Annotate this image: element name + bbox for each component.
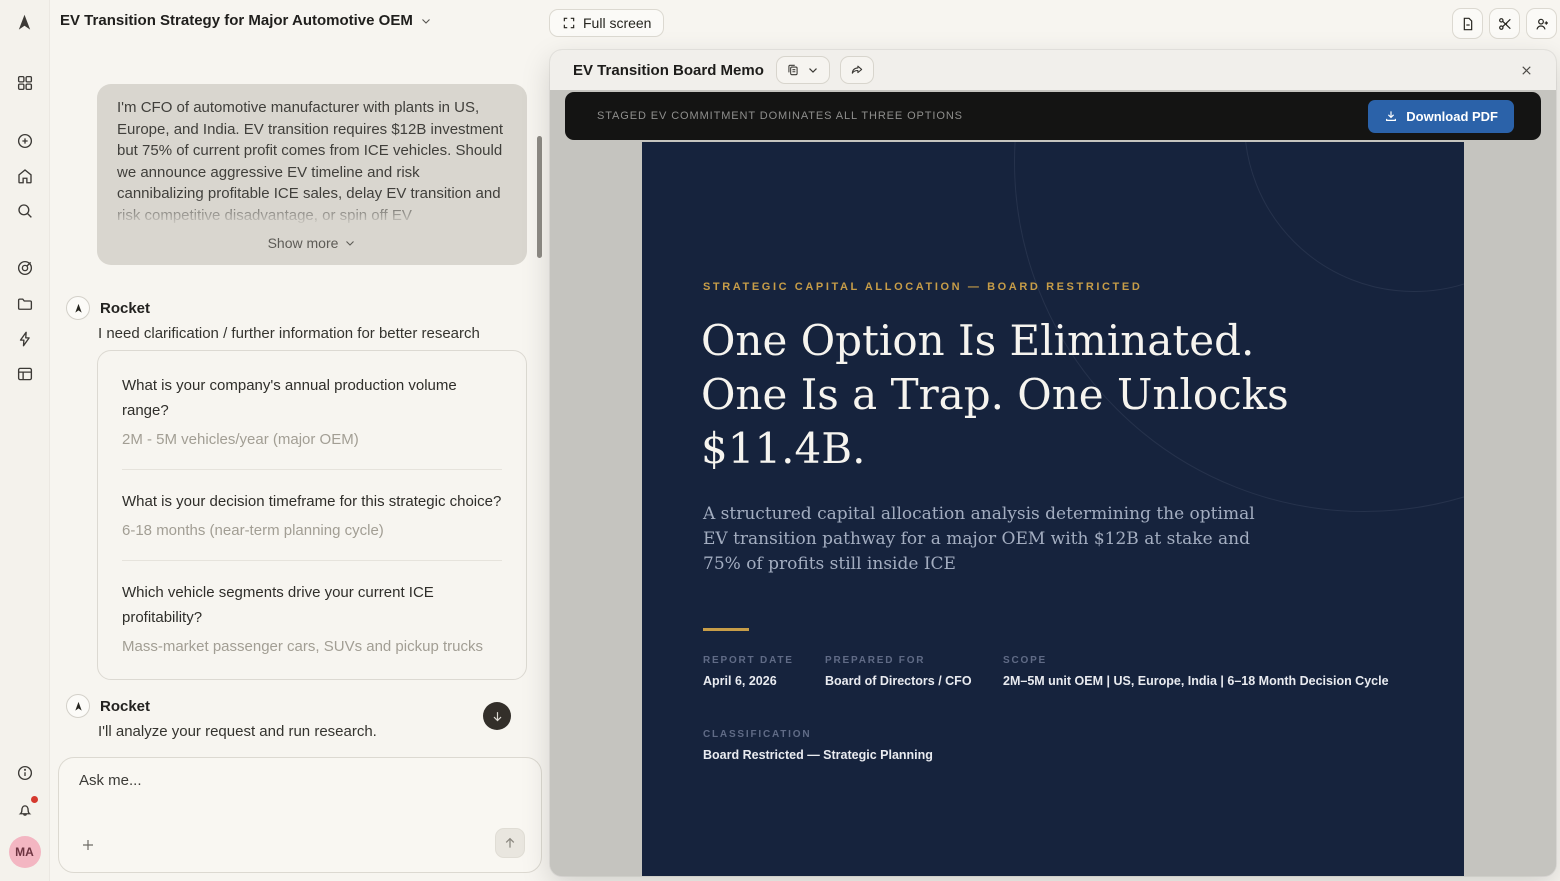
divider bbox=[122, 560, 502, 561]
meta-value: Board of Directors / CFO bbox=[825, 674, 972, 688]
rocket-avatar-icon bbox=[66, 296, 90, 320]
clarification-card: What is your company's annual production… bbox=[97, 350, 527, 680]
new-chat-plus-icon[interactable] bbox=[15, 131, 35, 151]
download-pdf-label: Download PDF bbox=[1406, 109, 1498, 124]
snippet-button[interactable] bbox=[1489, 8, 1520, 39]
chat-input[interactable] bbox=[79, 772, 459, 820]
finding-banner: STAGED EV COMMITMENT DOMINATES ALL THREE… bbox=[565, 92, 1541, 140]
meta-label: CLASSIFICATION bbox=[703, 729, 933, 740]
chat-scrollbar[interactable] bbox=[537, 136, 542, 258]
memo-subtitle: A structured capital allocation analysis… bbox=[703, 502, 1255, 577]
send-button[interactable] bbox=[495, 828, 525, 858]
show-more-label: Show more bbox=[268, 235, 339, 251]
user-message-bubble: I'm CFO of automotive manufacturer with … bbox=[97, 84, 527, 265]
clarify-question: What is your company's annual production… bbox=[122, 373, 502, 423]
person-plus-icon bbox=[1534, 16, 1550, 32]
list-item: Which vehicle segments drive your curren… bbox=[122, 580, 502, 657]
memo-eyebrow: STRATEGIC CAPITAL ALLOCATION — BOARD RES… bbox=[703, 281, 1142, 293]
meta-label: REPORT DATE bbox=[703, 655, 794, 666]
meta-prepared-for: PREPARED FOR Board of Directors / CFO bbox=[825, 655, 972, 688]
scissors-icon bbox=[1497, 16, 1513, 32]
clarify-answer[interactable]: 2M - 5M vehicles/year (major OEM) bbox=[122, 429, 502, 450]
copy-icon bbox=[786, 63, 800, 77]
meta-value: April 6, 2026 bbox=[703, 674, 794, 688]
meta-scope: SCOPE 2M–5M unit OEM | US, Europe, India… bbox=[1003, 655, 1389, 688]
rocket-logo-icon bbox=[15, 12, 35, 32]
message-composer[interactable] bbox=[58, 757, 542, 873]
home-icon[interactable] bbox=[15, 166, 35, 186]
dashboard-grid-icon[interactable] bbox=[15, 73, 35, 93]
download-pdf-button[interactable]: Download PDF bbox=[1368, 100, 1514, 133]
meta-classification: CLASSIFICATION Board Restricted — Strate… bbox=[703, 729, 933, 762]
layout-panel-icon[interactable] bbox=[15, 364, 35, 384]
viewer-header: EV Transition Board Memo bbox=[550, 50, 1556, 90]
clarify-question: What is your decision timeframe for this… bbox=[122, 489, 502, 514]
sidebar: MA bbox=[0, 0, 50, 881]
chevron-down-icon bbox=[806, 63, 820, 77]
invite-user-button[interactable] bbox=[1526, 8, 1557, 39]
user-message-text: I'm CFO of automotive manufacturer with … bbox=[117, 97, 507, 227]
chevron-down-icon bbox=[344, 237, 356, 249]
app-window: MA EV Transition Strategy for Major Auto… bbox=[0, 0, 1560, 881]
automations-bolt-icon[interactable] bbox=[15, 329, 35, 349]
document-button[interactable] bbox=[1452, 8, 1483, 39]
document-scroll-area[interactable]: STAGED EV COMMITMENT DOMINATES ALL THREE… bbox=[550, 90, 1556, 876]
assistant-header: Rocket bbox=[66, 694, 150, 718]
chat-panel: I'm CFO of automotive manufacturer with … bbox=[50, 0, 548, 881]
user-avatar[interactable]: MA bbox=[9, 836, 41, 868]
folder-icon[interactable] bbox=[15, 294, 35, 314]
memo-title-line: One Option Is Eliminated. bbox=[701, 314, 1289, 368]
search-icon[interactable] bbox=[15, 201, 35, 221]
goals-target-icon[interactable] bbox=[15, 258, 35, 278]
close-viewer-button[interactable] bbox=[1514, 58, 1538, 82]
document-icon bbox=[1460, 16, 1476, 32]
close-icon bbox=[1519, 63, 1534, 78]
show-more-button[interactable]: Show more bbox=[117, 227, 507, 257]
memo-subtitle-line: 75% of profits still inside ICE bbox=[703, 552, 1255, 577]
analyze-message: I'll analyze your request and run resear… bbox=[98, 723, 377, 740]
meta-label: SCOPE bbox=[1003, 655, 1389, 666]
fullscreen-button[interactable]: Full screen bbox=[549, 9, 664, 37]
clarification-intro: I need clarification / further informati… bbox=[98, 325, 480, 342]
assistant-name: Rocket bbox=[100, 698, 150, 715]
list-item: What is your decision timeframe for this… bbox=[122, 489, 502, 541]
meta-value: 2M–5M unit OEM | US, Europe, India | 6–1… bbox=[1003, 674, 1389, 688]
gold-divider bbox=[703, 628, 749, 631]
clarify-question: Which vehicle segments drive your curren… bbox=[122, 580, 502, 630]
share-button[interactable] bbox=[840, 56, 874, 84]
meta-value: Board Restricted — Strategic Planning bbox=[703, 748, 933, 762]
copy-dropdown-button[interactable] bbox=[776, 56, 830, 84]
meta-label: PREPARED FOR bbox=[825, 655, 972, 666]
viewer-title: EV Transition Board Memo bbox=[573, 62, 764, 79]
clarify-answer[interactable]: 6-18 months (near-term planning cycle) bbox=[122, 520, 502, 541]
scroll-to-bottom-button[interactable] bbox=[483, 702, 511, 730]
share-arrow-icon bbox=[850, 63, 864, 77]
arrow-up-icon bbox=[503, 836, 517, 850]
attach-button[interactable] bbox=[77, 834, 99, 856]
memo-subtitle-line: A structured capital allocation analysis… bbox=[703, 502, 1255, 527]
notifications-bell-icon[interactable] bbox=[15, 800, 35, 820]
info-icon[interactable] bbox=[15, 763, 35, 783]
memo-title-line: $11.4B. bbox=[701, 422, 1289, 476]
memo-page: STRATEGIC CAPITAL ALLOCATION — BOARD RES… bbox=[642, 142, 1464, 876]
notification-dot bbox=[31, 796, 38, 803]
arrow-down-icon bbox=[491, 710, 504, 723]
finding-banner-text: STAGED EV COMMITMENT DOMINATES ALL THREE… bbox=[597, 110, 963, 122]
assistant-name: Rocket bbox=[100, 300, 150, 317]
fullscreen-label: Full screen bbox=[583, 15, 651, 31]
download-icon bbox=[1384, 109, 1398, 123]
rocket-avatar-icon bbox=[66, 694, 90, 718]
expand-icon bbox=[562, 16, 576, 30]
clarify-answer[interactable]: Mass-market passenger cars, SUVs and pic… bbox=[122, 636, 502, 657]
assistant-header: Rocket bbox=[66, 296, 150, 320]
divider bbox=[122, 469, 502, 470]
document-viewer-panel: EV Transition Board Memo STAGED EV COMMI… bbox=[550, 50, 1556, 876]
list-item: What is your company's annual production… bbox=[122, 373, 502, 450]
memo-title-line: One Is a Trap. One Unlocks bbox=[701, 368, 1289, 422]
memo-subtitle-line: EV transition pathway for a major OEM wi… bbox=[703, 527, 1255, 552]
meta-report-date: REPORT DATE April 6, 2026 bbox=[703, 655, 794, 688]
plus-icon bbox=[80, 837, 96, 853]
memo-title: One Option Is Eliminated. One Is a Trap.… bbox=[701, 314, 1289, 476]
